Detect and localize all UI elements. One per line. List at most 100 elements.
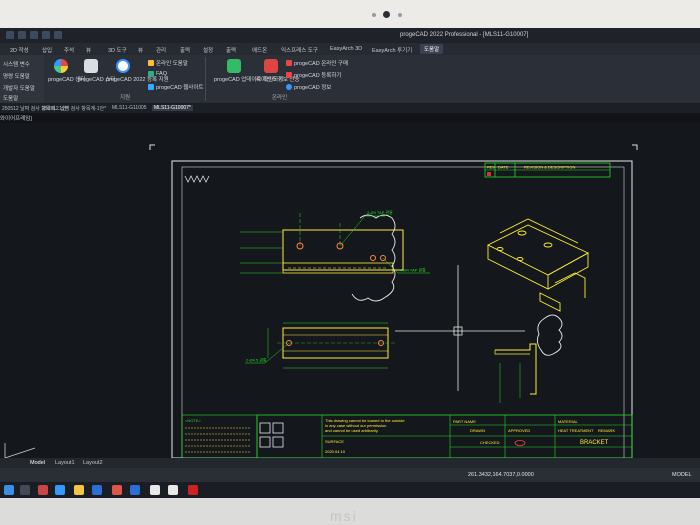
redo-icon[interactable] — [54, 31, 62, 39]
support-group-label: 지원 — [120, 95, 131, 101]
tab-layout1[interactable]: Layout1 — [55, 460, 75, 466]
tab-view-2[interactable]: 뷰 — [138, 46, 143, 54]
browser-icon[interactable] — [55, 485, 65, 495]
update-check-label: progeCAD 업데이트 확인하기 — [214, 77, 284, 83]
tab-easyarch-tools[interactable]: EasyArch 투기기 — [372, 46, 412, 54]
tab-manage[interactable]: 관리 — [156, 46, 166, 54]
model-space-indicator[interactable]: MODEL — [672, 472, 692, 478]
tab-settings[interactable]: 설정 — [203, 46, 213, 54]
folder-icon[interactable] — [74, 485, 84, 495]
progecad-register-button[interactable]: progeCAD 2022 등록 지원 — [106, 59, 169, 83]
status-bar: 261.3432,164.7037,0.0000 MODEL — [0, 468, 700, 482]
surface-label: SURFACE — [325, 439, 344, 444]
pdf-icon[interactable] — [188, 485, 198, 495]
tab-output[interactable]: 출력 — [180, 46, 190, 54]
doc-tab-4[interactable]: MLS11-G10007* — [152, 105, 193, 111]
approved-label: APPROVED — [508, 428, 530, 433]
tab-view[interactable]: 뷰 — [86, 46, 91, 54]
search-icon[interactable] — [20, 485, 30, 495]
undo-icon[interactable] — [42, 31, 50, 39]
tab-express-tools[interactable]: 익스프레스 도구 — [281, 46, 318, 54]
help-book-icon — [148, 60, 154, 66]
title-block: <NOTE> This drawing cannot be loaned to … — [181, 414, 633, 459]
word-icon[interactable] — [92, 485, 102, 495]
revision-table: REV DATE REVISION & DESCRIPTION — [484, 162, 611, 178]
tab-help[interactable]: 도움말 — [420, 44, 444, 54]
lifebuoy-icon — [116, 59, 130, 73]
outlook-icon[interactable] — [130, 485, 140, 495]
heat-treatment-label: HEAT TREATMENT — [558, 428, 594, 433]
note-header: <NOTE> — [185, 418, 201, 423]
surface-finish-symbols — [184, 175, 210, 183]
website-label: progeCAD 웹사이트 — [156, 85, 204, 91]
save-icon[interactable] — [30, 31, 38, 39]
info-icon — [286, 84, 292, 90]
license-button[interactable]: 라이선스 정보 전송 — [256, 59, 300, 83]
online-help-item[interactable]: 온라인 도움말 — [148, 59, 188, 67]
ribbon-left-panel: 시스템 변수 명령 도움말 개발자 도움말 도움말 — [0, 55, 44, 103]
drawing-date: 2020.04.10 — [325, 449, 346, 454]
tab-3d-tools[interactable]: 3D 도구 — [108, 46, 127, 54]
command-help-item[interactable]: 명령 도움말 — [3, 72, 30, 80]
side-view — [494, 314, 563, 403]
system-variables-item[interactable]: 시스템 변수 — [3, 60, 30, 68]
new-file-icon[interactable] — [6, 31, 14, 39]
tap-note-2: 4-Ø4 TAP 관통 — [400, 267, 426, 273]
tab-model[interactable]: Model — [30, 460, 45, 466]
sheet-border — [171, 160, 633, 459]
ribbon-panel: progeCAD 센터 progeCAD 스타 progeCAD 2022 등록… — [0, 55, 700, 103]
group-divider — [205, 57, 206, 101]
tab-output-2[interactable]: 출력 — [226, 46, 236, 54]
developer-help-item[interactable]: 개발자 도움말 — [3, 84, 35, 92]
powerpoint-icon[interactable] — [112, 485, 122, 495]
website-item[interactable]: progeCAD 웹사이트 — [148, 83, 203, 91]
about-item[interactable]: progeCAD 정보 — [286, 83, 331, 91]
doc-tab-2[interactable]: 250512 납땜 검사 항목계-1안* — [40, 105, 108, 112]
about-label: progeCAD 정보 — [294, 85, 332, 91]
help-item[interactable]: 도움말 — [3, 94, 18, 102]
remark-label: REMARK — [598, 428, 615, 433]
progecad-star-button[interactable]: progeCAD 스타 — [78, 59, 116, 83]
checked-label: CHECKED — [480, 440, 500, 445]
register-label: progeCAD 등록하기 — [294, 73, 342, 79]
tab-annotate[interactable]: 주석 — [64, 46, 74, 54]
start-icon[interactable] — [4, 485, 14, 495]
bottom-view: 2-Ø4.5 관통 — [245, 322, 395, 369]
document-tabs: 250512 날짜 검사 항목계...1안* 250512 납땜 검사 항목계-… — [0, 103, 700, 113]
open-file-icon[interactable] — [18, 31, 26, 39]
tab-layout2[interactable]: Layout2 — [83, 460, 103, 466]
cart-icon — [286, 60, 292, 66]
license-icon — [264, 59, 278, 73]
tab-addons[interactable]: 애드온 — [252, 46, 267, 54]
tab-2d[interactable]: 2D 작성 — [10, 46, 29, 54]
chrome-icon[interactable] — [150, 485, 160, 495]
progecad-center-label: progeCAD 센터 — [48, 77, 86, 83]
update-icon — [227, 59, 241, 73]
drawing-canvas[interactable]: REV DATE REVISION & DESCRIPTION 2-Ø3 TAP… — [0, 123, 700, 459]
part-name-value: BRACKET — [580, 440, 609, 446]
tab-insert[interactable]: 삽입 — [42, 46, 52, 54]
drawing-svg: REV DATE REVISION & DESCRIPTION 2-Ø3 TAP… — [4, 144, 638, 459]
progecad-taskbar-icon[interactable] — [168, 485, 178, 495]
faq-item[interactable]: FAQ — [148, 71, 167, 77]
screen: progeCAD 2022 Professional - [MLS11-G100… — [0, 28, 700, 498]
update-check-button[interactable]: progeCAD 업데이트 확인하기 — [214, 59, 284, 83]
isometric-view — [486, 218, 589, 312]
viewport-corners — [149, 144, 638, 150]
progecad-center-button[interactable]: progeCAD 센터 — [48, 59, 86, 83]
faq-label: FAQ — [156, 71, 168, 77]
front-view: 2-Ø3 TAP 관통 4-Ø4 TAP 관통 — [240, 209, 430, 302]
license-label: 라이선스 정보 전송 — [256, 77, 300, 83]
material-label: MATERIAL — [558, 419, 578, 424]
center-icon — [54, 59, 68, 73]
tab-easyarch-3d[interactable]: EasyArch 3D — [330, 46, 362, 52]
register-item[interactable]: progeCAD 등록하기 — [286, 71, 341, 79]
webcam — [383, 11, 390, 18]
buy-online-item[interactable]: progeCAD 온라인 구매 — [286, 59, 348, 67]
doc-tab-3[interactable]: MLS11-G11005 — [110, 105, 149, 111]
progecad-star-label: progeCAD 스타 — [78, 77, 116, 83]
rev-col-label: REV — [487, 165, 496, 170]
app-icon[interactable] — [38, 485, 48, 495]
ribbon-tab-bar: 2D 작성 삽입 주석 뷰 3D 도구 뷰 관리 출력 설정 출력 애드온 익스… — [0, 43, 700, 55]
online-group-label: 온라인 — [272, 95, 288, 101]
